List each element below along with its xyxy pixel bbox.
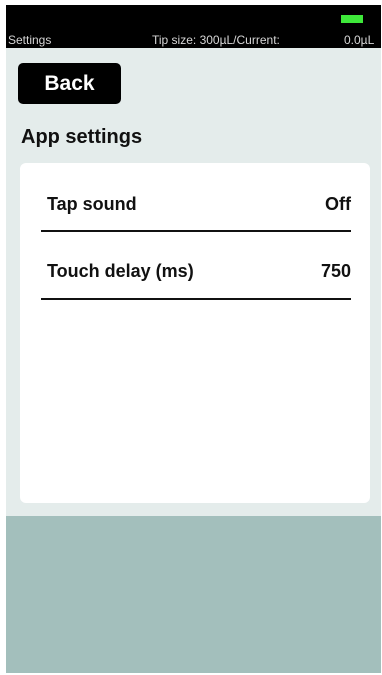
setting-label: Touch delay (ms) <box>47 261 194 281</box>
current-volume-readout: 0.0µL <box>344 33 375 47</box>
page-title: App settings <box>21 126 143 148</box>
back-button[interactable]: Back <box>18 63 121 104</box>
divider <box>41 230 351 232</box>
app-screen: Settings Tip size: 300µL/Current: 0.0µL … <box>6 5 381 673</box>
tip-size-readout: Tip size: 300µL/Current: <box>152 33 280 47</box>
setting-row-touch-delay[interactable]: Touch delay (ms) 750 <box>41 253 351 289</box>
settings-panel: Back App settings Tap sound Off Touch de… <box>6 48 381 516</box>
status-title: Settings <box>8 33 52 47</box>
battery-icon <box>341 15 363 23</box>
settings-card: Tap sound Off Touch delay (ms) 750 <box>20 163 370 503</box>
divider <box>41 298 351 300</box>
setting-label: Tap sound <box>47 194 137 214</box>
status-bar: Settings Tip size: 300µL/Current: 0.0µL <box>6 5 381 48</box>
setting-value: Off <box>325 194 351 214</box>
setting-value: 750 <box>320 261 351 281</box>
setting-row-tap-sound[interactable]: Tap sound Off <box>41 186 351 222</box>
